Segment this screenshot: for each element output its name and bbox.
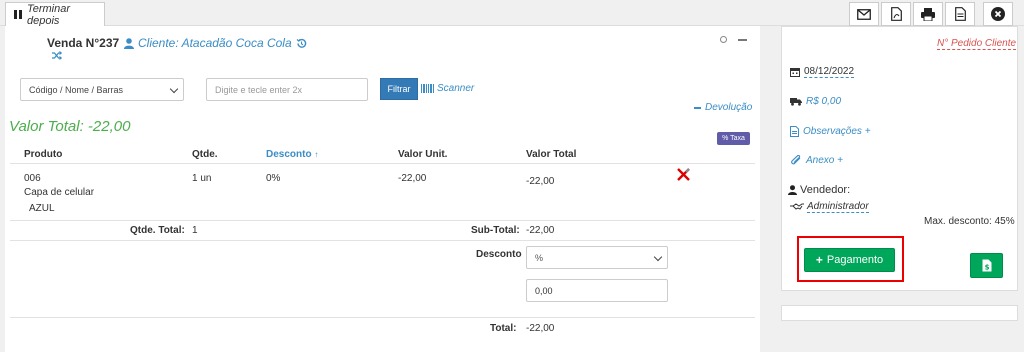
money-document-button[interactable]: $ (970, 253, 1003, 278)
pdf-button[interactable] (881, 2, 911, 26)
header-valor-total: Valor Total (526, 149, 577, 160)
row-valor-total: -22,00 (526, 176, 555, 187)
venda-title: Venda N°237 (47, 36, 120, 50)
pause-icon (14, 10, 22, 19)
valor-total: Valor Total: -22,00 (9, 118, 131, 135)
observacoes-label: Observações + (803, 126, 871, 137)
sort-up-icon: ↑ (314, 150, 319, 159)
file-icon (790, 126, 799, 137)
row-variant: AZUL (29, 203, 55, 214)
email-button[interactable] (849, 2, 879, 26)
chevron-down-icon (169, 84, 179, 94)
pedido-cliente-link[interactable]: N° Pedido Cliente (937, 38, 1017, 50)
devolucao-link[interactable]: Devolução (694, 102, 752, 113)
product-search-input[interactable]: Digite e tecle enter 2x (206, 78, 368, 101)
desconto-type-value: % (535, 252, 544, 263)
shuffle-icon[interactable] (52, 51, 63, 63)
pagamento-button[interactable]: + Pagamento (804, 248, 895, 272)
delete-item-icon[interactable] (677, 168, 690, 181)
observacoes-link[interactable]: Observações + (790, 126, 871, 137)
close-icon (991, 7, 1005, 21)
plus-icon: + (815, 253, 823, 267)
pagamento-label: Pagamento (826, 254, 884, 266)
vendedor-link[interactable]: Administrador (790, 201, 869, 213)
search-type-value: Código / Nome / Barras (29, 84, 124, 95)
frete-field[interactable]: R$ 0,00 (790, 96, 841, 107)
desconto-type-select[interactable]: % (526, 246, 668, 269)
desconto-value: 0,00 (535, 285, 553, 296)
user-icon (124, 37, 134, 49)
total-value: -22,00 (526, 323, 555, 334)
date-value: 08/12/2022 (804, 66, 855, 78)
sidebar-panel-secondary (781, 305, 1018, 321)
header-qtde: Qtde. (192, 149, 218, 160)
cliente-link[interactable]: Cliente: Atacadão Coca Cola (124, 36, 307, 50)
print-icon (921, 7, 935, 21)
paperclip-icon (791, 155, 801, 165)
scanner-link[interactable]: Scanner (421, 83, 474, 94)
divider (10, 240, 755, 241)
header-desconto[interactable]: Desconto ↑ (266, 149, 318, 160)
sale-panel (5, 26, 760, 352)
anexo-label: Anexo + (806, 155, 843, 166)
taxa-button[interactable]: % Taxa (717, 132, 750, 145)
truck-icon (790, 98, 802, 106)
money-file-icon: $ (982, 259, 991, 272)
row-qtde: 1 un (192, 173, 212, 184)
search-placeholder: Digite e tecle enter 2x (215, 84, 303, 95)
calendar-icon (790, 68, 800, 77)
filtrar-button[interactable]: Filtrar (380, 78, 418, 100)
vendedor-name: Administrador (807, 201, 869, 213)
subtotal-value: -22,00 (526, 225, 555, 236)
history-icon[interactable] (296, 38, 307, 49)
terminar-depois-button[interactable]: Terminar depois (5, 2, 105, 27)
close-button[interactable] (983, 2, 1013, 26)
total-label: Total: (490, 323, 517, 334)
row-code: 006 (24, 173, 41, 184)
max-desconto: Max. desconto: 45% (924, 216, 1015, 227)
header-desconto-label: Desconto (266, 149, 312, 160)
divider (10, 317, 755, 318)
qtde-total-value: 1 (192, 225, 198, 236)
frete-value: R$ 0,00 (806, 96, 842, 107)
scanner-label: Scanner (437, 83, 475, 94)
minus-icon (694, 106, 701, 109)
mail-icon (857, 8, 871, 20)
header-produto: Produto (24, 149, 63, 160)
date-field[interactable]: 08/12/2022 (790, 66, 855, 78)
row-valor-unit: -22,00 (398, 173, 427, 184)
svg-text:$: $ (984, 264, 989, 272)
barcode-icon (421, 84, 434, 93)
print-button[interactable] (913, 2, 943, 26)
cliente-name: Cliente: Atacadão Coca Cola (138, 36, 292, 50)
document-button[interactable] (945, 2, 975, 26)
divider (10, 163, 755, 164)
document-icon (954, 7, 966, 21)
top-toolbar: Terminar depois (0, 0, 1024, 27)
desconto-value-input[interactable]: 0,00 (526, 279, 668, 302)
anexo-link[interactable]: Anexo + (790, 155, 843, 166)
handshake-icon (790, 203, 804, 210)
chevron-down-icon (653, 252, 663, 262)
vendedor-label: Vendedor: (788, 184, 850, 196)
row-desconto: 0% (266, 173, 281, 184)
desconto-label: Desconto (476, 249, 522, 260)
user-icon (788, 185, 797, 195)
devolucao-label: Devolução (705, 102, 753, 113)
divider (10, 220, 755, 221)
terminar-depois-label: Terminar depois (27, 2, 70, 27)
subtotal-label: Sub-Total: (471, 225, 520, 236)
row-name: Capa de celular (24, 187, 95, 198)
search-type-select[interactable]: Código / Nome / Barras (20, 78, 184, 101)
minimize-icon[interactable] (738, 39, 747, 41)
qtde-total-label: Qtde. Total: (130, 225, 185, 236)
collapse-circle-icon[interactable] (720, 36, 727, 43)
pdf-icon (890, 7, 902, 21)
vendedor-label-text: Vendedor: (800, 184, 851, 196)
header-valor-unit: Valor Unit. (398, 149, 448, 160)
